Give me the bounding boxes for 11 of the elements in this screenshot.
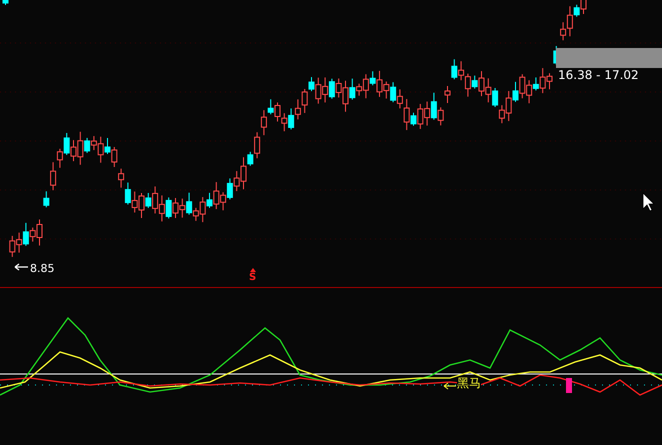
- signal-bar: [566, 378, 572, 393]
- low-price-label: 8.85: [30, 261, 54, 277]
- candlestick: [444, 86, 450, 104]
- price-range-label: 16.38 - 17.02: [558, 67, 639, 84]
- sell-signal-mark: S: [249, 273, 256, 283]
- caret-icon: [250, 268, 256, 272]
- cursor-icon: [642, 192, 655, 212]
- arrow-icon: [444, 382, 456, 390]
- signal-label: 黑马: [457, 377, 481, 389]
- arrow-icon: [14, 263, 29, 271]
- candlestick: [2, 0, 8, 6]
